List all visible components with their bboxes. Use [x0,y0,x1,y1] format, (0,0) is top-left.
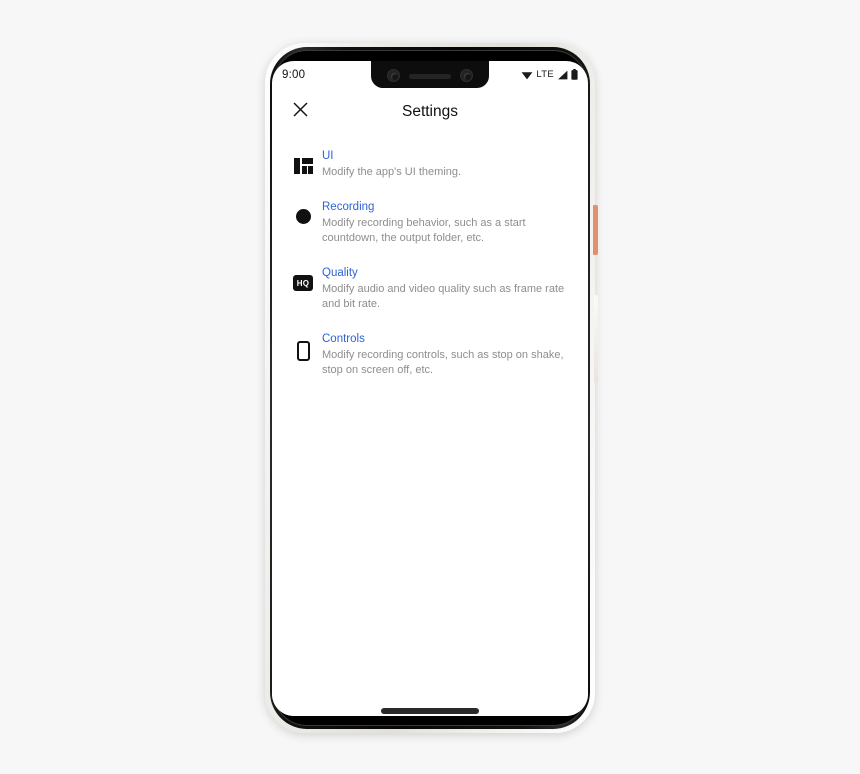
earpiece-speaker-icon [409,74,451,79]
settings-item-title: Quality [322,267,358,279]
settings-list: UI Modify the app's UI theming. Recordin… [272,136,588,716]
screenshot-canvas: 9:00 LTE Settings UI Modify the app's UI… [0,0,860,774]
settings-item-description: Modify the app's UI theming. [322,166,462,178]
settings-item-text: Controls Modify recording controls, such… [320,332,574,378]
phone-screen: 9:00 LTE Settings UI Modify the app's UI… [272,61,588,716]
settings-item-description: Modify recording controls, such as stop … [322,349,564,376]
settings-item-title: UI [322,150,334,162]
volume-rocker-button[interactable] [594,295,598,383]
status-bar-icons: LTE [521,69,578,80]
settings-item-text: Recording Modify recording behavior, suc… [320,200,574,246]
phone-outline-icon [286,332,320,361]
dashboard-layout-icon [286,149,320,174]
settings-item-title: Recording [322,201,375,213]
power-button[interactable] [593,205,598,255]
status-bar-time: 9:00 [282,68,306,81]
close-icon [292,102,308,122]
record-circle-icon [286,200,320,224]
settings-item-text: Quality Modify audio and video quality s… [320,266,574,312]
settings-item-quality[interactable]: HQ Quality Modify audio and video qualit… [272,256,588,322]
network-type-label: LTE [536,69,554,80]
settings-item-description: Modify audio and video quality such as f… [322,283,565,310]
phone-device-mockup: 9:00 LTE Settings UI Modify the app's UI… [265,43,598,733]
settings-item-text: UI Modify the app's UI theming. [320,149,574,180]
close-button[interactable] [280,92,320,132]
settings-item-controls[interactable]: Controls Modify recording controls, such… [272,322,588,388]
settings-item-title: Controls [322,333,365,345]
settings-item-recording[interactable]: Recording Modify recording behavior, suc… [272,190,588,256]
wifi-icon [521,70,533,80]
display-notch [371,61,489,88]
front-camera-right-icon [460,69,473,82]
app-bar: Settings [272,88,588,136]
signal-icon [557,70,568,80]
settings-item-ui[interactable]: UI Modify the app's UI theming. [272,139,588,190]
settings-item-description: Modify recording behavior, such as a sta… [322,217,526,244]
front-camera-left-icon [387,69,400,82]
bottom-speaker-grille [381,708,479,714]
hq-badge-icon: HQ [286,266,320,291]
battery-icon [571,69,578,80]
